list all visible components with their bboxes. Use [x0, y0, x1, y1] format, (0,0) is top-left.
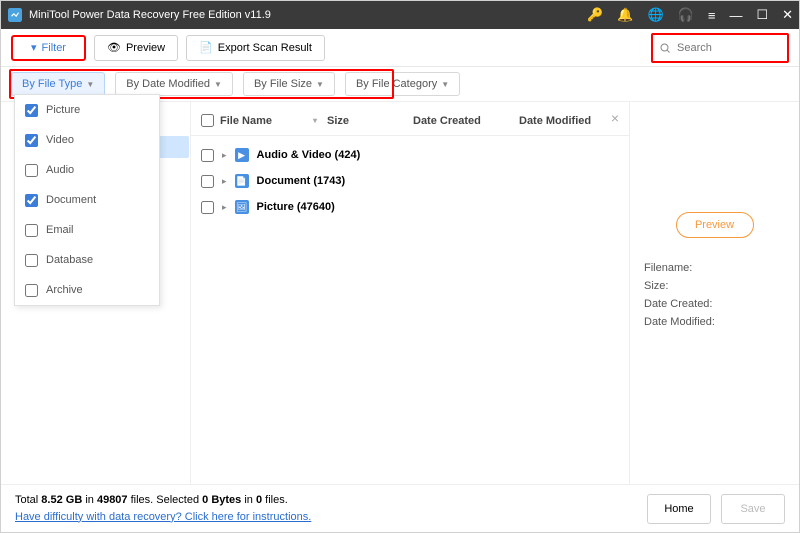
filter-by-type[interactable]: By File Type ▼ — [11, 72, 105, 96]
dropdown-item-archive[interactable]: Archive — [15, 275, 159, 305]
dropdown-label: Audio — [46, 164, 74, 176]
key-icon[interactable]: 🔑 — [587, 7, 603, 23]
expand-icon[interactable]: ▸ — [222, 202, 227, 213]
filter-by-size-label: By File Size — [254, 78, 312, 90]
dropdown-checkbox[interactable] — [25, 134, 38, 147]
export-button[interactable]: 📄 Export Scan Result — [186, 35, 325, 61]
headset-icon[interactable]: 🎧 — [678, 7, 694, 23]
minimize-icon[interactable]: — — [729, 8, 742, 23]
col-filename[interactable]: File Name — [220, 115, 272, 127]
save-button[interactable]: Save — [721, 494, 785, 524]
dropdown-item-audio[interactable]: Audio — [15, 155, 159, 185]
close-icon[interactable]: ✕ — [782, 7, 793, 23]
meta-created: Date Created: — [644, 298, 785, 310]
dropdown-checkbox[interactable] — [25, 194, 38, 207]
dropdown-label: Database — [46, 254, 93, 266]
file-type-icon: ▶ — [235, 148, 249, 162]
dropdown-item-picture[interactable]: Picture — [15, 95, 159, 125]
dropdown-item-database[interactable]: Database — [15, 245, 159, 275]
file-label: Document (1743) — [257, 175, 346, 187]
menu-icon[interactable]: ≡ — [708, 8, 716, 23]
file-type-icon: 📄 — [235, 174, 249, 188]
window-title: MiniTool Power Data Recovery Free Editio… — [29, 9, 587, 21]
file-checkbox[interactable] — [201, 175, 214, 188]
preview-label: Preview — [126, 42, 165, 54]
chevron-down-icon: ▼ — [86, 80, 94, 89]
dropdown-label: Email — [46, 224, 74, 236]
filter-label: Filter — [42, 42, 66, 54]
preview-pane: Preview Filename: Size: Date Created: Da… — [629, 102, 799, 484]
chevron-down-icon: ▼ — [316, 80, 324, 89]
select-all-checkbox[interactable] — [201, 114, 214, 127]
filter-by-category[interactable]: By File Category ▼ — [345, 72, 460, 96]
filter-by-date[interactable]: By Date Modified ▼ — [115, 72, 233, 96]
file-list: ▸ ▶ Audio & Video (424) ▸ 📄 Document (1743) ▸ 🖼… — [191, 136, 629, 226]
globe-icon[interactable]: 🌐 — [647, 7, 663, 23]
meta-size: Size: — [644, 280, 785, 292]
dropdown-item-email[interactable]: Email — [15, 215, 159, 245]
status-text: Total 8.52 GB in 49807 files. Selected 0… — [15, 492, 637, 525]
filetype-dropdown: Picture Video Audio Document Email Database Ar… — [14, 94, 160, 306]
dropdown-item-document[interactable]: Document — [15, 185, 159, 215]
expand-icon[interactable]: ▸ — [222, 150, 227, 161]
file-checkbox[interactable] — [201, 149, 214, 162]
app-logo-icon — [7, 7, 23, 23]
col-created[interactable]: Date Created — [413, 115, 513, 127]
dropdown-label: Document — [46, 194, 96, 206]
chevron-down-icon: ▼ — [441, 80, 449, 89]
bell-icon[interactable]: 🔔 — [617, 7, 633, 23]
dropdown-checkbox[interactable] — [25, 164, 38, 177]
col-modified[interactable]: Date Modified — [519, 115, 599, 127]
eye-icon: 👁 — [107, 41, 121, 54]
export-icon: 📄 — [199, 41, 213, 54]
dropdown-item-video[interactable]: Video — [15, 125, 159, 155]
dropdown-checkbox[interactable] — [25, 254, 38, 267]
file-row[interactable]: ▸ 🖼 Picture (47640) — [201, 194, 619, 220]
dropdown-label: Picture — [46, 104, 80, 116]
status-bar: Total 8.52 GB in 49807 files. Selected 0… — [1, 484, 799, 532]
file-label: Picture (47640) — [257, 201, 335, 213]
col-size[interactable]: Size — [327, 115, 407, 127]
file-row[interactable]: ▸ ▶ Audio & Video (424) — [201, 142, 619, 168]
filter-by-date-label: By Date Modified — [126, 78, 210, 90]
chevron-down-icon: ▼ — [214, 80, 222, 89]
filter-button[interactable]: ▾ Filter — [11, 35, 86, 61]
dropdown-checkbox[interactable] — [25, 284, 38, 297]
filter-icon: ▾ — [31, 41, 37, 54]
close-panel-icon[interactable]: × — [611, 110, 619, 126]
titlebar: MiniTool Power Data Recovery Free Editio… — [1, 1, 799, 29]
file-checkbox[interactable] — [201, 201, 214, 214]
home-button[interactable]: Home — [647, 494, 711, 524]
file-label: Audio & Video (424) — [257, 149, 361, 161]
export-label: Export Scan Result — [218, 42, 312, 54]
filter-by-type-label: By File Type — [22, 78, 82, 90]
dropdown-label: Video — [46, 134, 74, 146]
dropdown-checkbox[interactable] — [25, 224, 38, 237]
expand-icon[interactable]: ▸ — [222, 176, 227, 187]
file-row[interactable]: ▸ 📄 Document (1743) — [201, 168, 619, 194]
column-headers: File Name ▾ Size Date Created Date Modif… — [191, 106, 629, 136]
search-highlight — [651, 33, 789, 63]
filter-by-category-label: By File Category — [356, 78, 437, 90]
maximize-icon[interactable]: ☐ — [756, 7, 768, 23]
search-input[interactable] — [655, 37, 785, 59]
dropdown-label: Archive — [46, 284, 83, 296]
file-list-pane: × File Name ▾ Size Date Created Date Mod… — [191, 102, 629, 484]
filter-by-size[interactable]: By File Size ▼ — [243, 72, 335, 96]
help-link[interactable]: Have difficulty with data recovery? Clic… — [15, 511, 311, 523]
meta-modified: Date Modified: — [644, 316, 785, 328]
file-type-icon: 🖼 — [235, 200, 249, 214]
sort-indicator-icon: ▾ — [313, 116, 317, 125]
preview-file-button[interactable]: Preview — [676, 212, 754, 238]
meta-filename: Filename: — [644, 262, 785, 274]
preview-button[interactable]: 👁 Preview — [94, 35, 178, 61]
dropdown-checkbox[interactable] — [25, 104, 38, 117]
toolbar: ▾ Filter 👁 Preview 📄 Export Scan Result — [1, 29, 799, 67]
